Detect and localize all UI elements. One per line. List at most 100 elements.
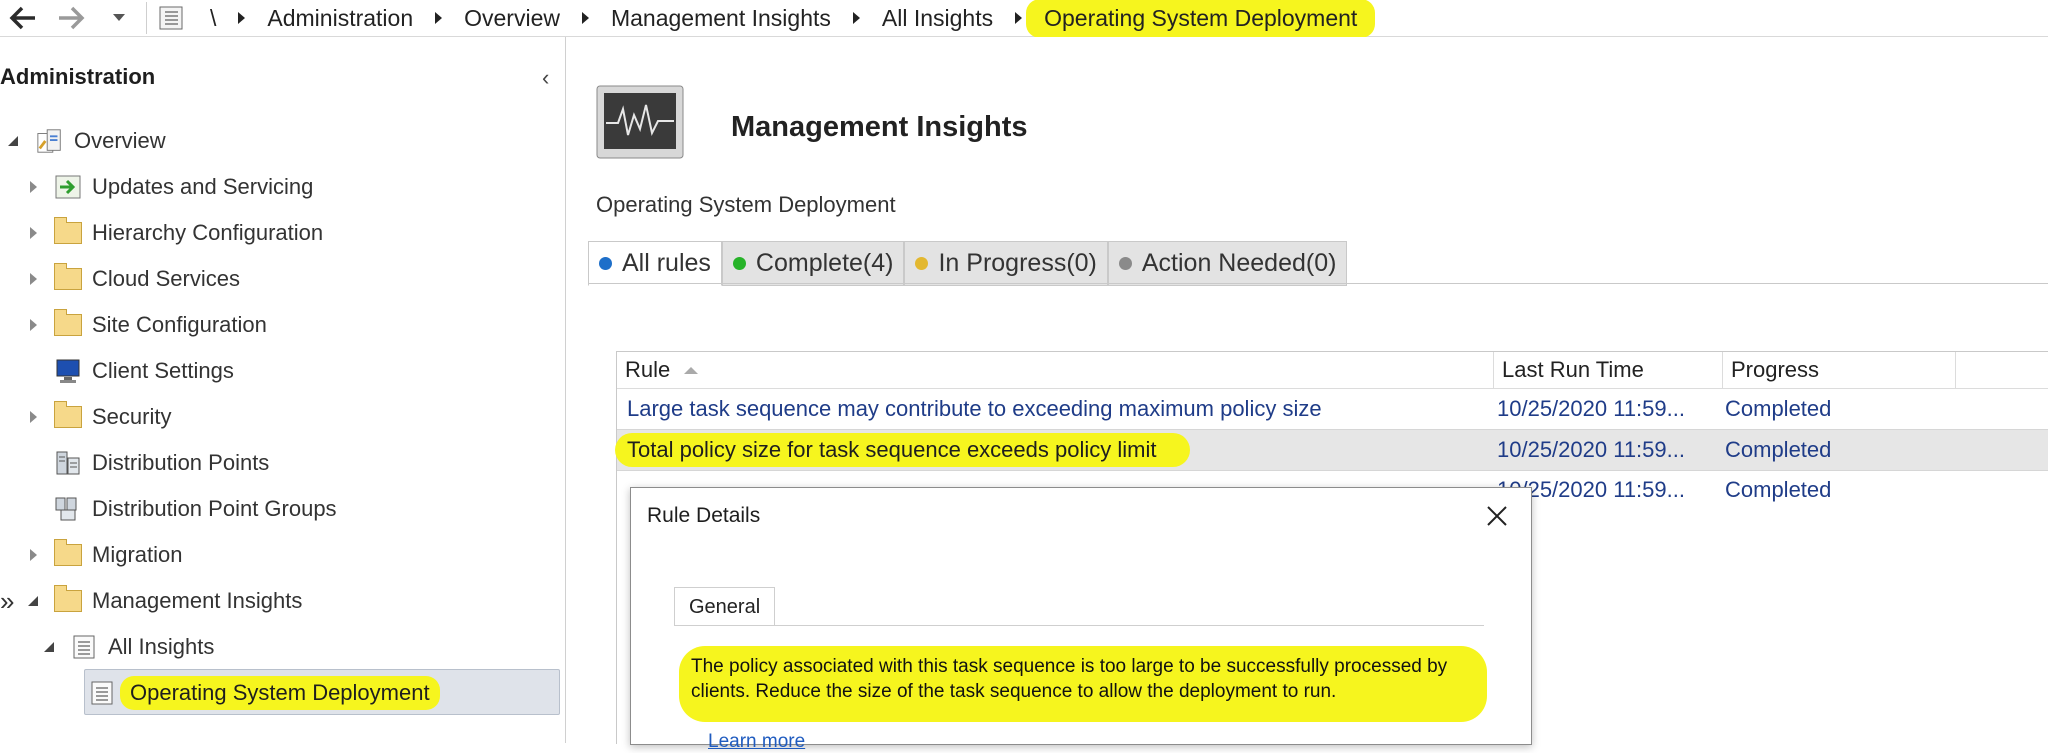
list-icon bbox=[88, 679, 116, 707]
breadcrumb-item[interactable]: Overview bbox=[464, 5, 560, 32]
console-tree-icon[interactable] bbox=[158, 5, 184, 31]
breadcrumb-separator-icon[interactable] bbox=[852, 12, 860, 24]
time-cell: 10/25/2020 11:59... bbox=[1497, 437, 1685, 462]
folder-icon bbox=[54, 401, 82, 431]
rule-description: The policy associated with this task seq… bbox=[679, 646, 1487, 722]
breadcrumb-separator-icon[interactable] bbox=[581, 12, 589, 24]
tab-label: Action Needed(0) bbox=[1141, 249, 1337, 277]
dialog-title: Rule Details bbox=[647, 504, 761, 527]
folder-icon bbox=[54, 263, 82, 293]
tree-item-label: Migration bbox=[92, 542, 183, 567]
tree-item-overview[interactable]: Overview bbox=[6, 121, 166, 161]
breadcrumb-item[interactable]: Management Insights bbox=[611, 5, 831, 32]
status-dot-icon bbox=[915, 257, 929, 270]
breadcrumb-separator-icon[interactable] bbox=[435, 12, 443, 24]
table-header: Rule Last Run Time Progress bbox=[617, 352, 2048, 389]
rule-filter-tabs: All rules Complete(4) In Progress(0) Act… bbox=[588, 241, 1348, 286]
double-chevron-icon[interactable]: » bbox=[0, 586, 26, 617]
tab-in-progress[interactable]: In Progress(0) bbox=[904, 241, 1108, 286]
breadcrumb-item[interactable]: All Insights bbox=[882, 5, 993, 32]
tree-item-label: All Insights bbox=[108, 634, 215, 659]
tab-label: Complete(4) bbox=[755, 249, 894, 277]
table-row[interactable]: Large task sequence may contribute to ex… bbox=[617, 389, 2048, 429]
tab-all-rules[interactable]: All rules bbox=[588, 241, 722, 286]
rule-cell: Large task sequence may contribute to ex… bbox=[627, 396, 1322, 421]
tree-item-updates-and-servicing[interactable]: Updates and Servicing bbox=[26, 167, 313, 207]
expand-icon[interactable] bbox=[26, 411, 40, 423]
tree-item-label: Cloud Services bbox=[92, 266, 240, 291]
history-dropdown-icon[interactable] bbox=[112, 13, 126, 23]
breadcrumb-separator-icon[interactable] bbox=[1015, 12, 1023, 24]
table-row-selected[interactable]: Total policy size for task sequence exce… bbox=[615, 429, 2048, 471]
sort-ascending-icon bbox=[684, 366, 699, 374]
server-icon bbox=[54, 449, 82, 477]
expand-icon[interactable] bbox=[26, 181, 40, 193]
folder-icon bbox=[54, 539, 82, 569]
collapse-icon[interactable] bbox=[42, 641, 56, 653]
performance-monitor-icon bbox=[596, 85, 684, 159]
tab-label: All rules bbox=[622, 249, 711, 277]
column-header-progress[interactable]: Progress bbox=[1723, 352, 1956, 388]
workspace-title: Administration bbox=[0, 64, 156, 89]
collapse-icon[interactable] bbox=[26, 595, 40, 607]
breadcrumb-root[interactable]: \ bbox=[210, 5, 216, 32]
tree-item-security[interactable]: Security bbox=[26, 397, 171, 437]
folder-icon bbox=[54, 217, 82, 247]
collapse-icon[interactable] bbox=[6, 135, 20, 147]
tree-item-label: Management Insights bbox=[92, 588, 303, 613]
tab-label: In Progress(0) bbox=[938, 249, 1097, 277]
status-dot-icon bbox=[599, 257, 612, 270]
tree-item-label: Updates and Servicing bbox=[92, 174, 314, 199]
tab-general[interactable]: General bbox=[674, 587, 776, 626]
tree-item-migration[interactable]: Migration bbox=[26, 535, 182, 575]
progress-cell: Completed bbox=[1725, 477, 1832, 502]
breadcrumb-item[interactable]: Administration bbox=[267, 5, 413, 32]
breadcrumb-current[interactable]: Operating System Deployment bbox=[1026, 0, 1376, 38]
page-subtitle: Operating System Deployment bbox=[596, 192, 896, 217]
tab-complete[interactable]: Complete(4) bbox=[721, 241, 905, 286]
status-dot-icon bbox=[1118, 257, 1132, 270]
expand-icon[interactable] bbox=[26, 549, 40, 561]
rule-details-dialog: Rule Details General The policy associat… bbox=[630, 487, 1532, 752]
learn-more-link[interactable]: Learn more bbox=[708, 731, 805, 753]
tree-item-all-insights[interactable]: All Insights bbox=[42, 627, 214, 667]
tree-item-label: Overview bbox=[74, 128, 166, 153]
monitor-icon bbox=[54, 357, 82, 385]
status-dot-icon bbox=[732, 257, 746, 270]
tree-item-label: Site Configuration bbox=[92, 312, 267, 337]
page-title: Management Insights bbox=[731, 111, 1028, 143]
column-header-last-run-time[interactable]: Last Run Time bbox=[1494, 352, 1723, 388]
expand-icon[interactable] bbox=[26, 319, 40, 331]
tree-item-operating-system-deployment[interactable]: Operating System Deployment bbox=[74, 673, 440, 713]
overview-icon bbox=[36, 127, 64, 155]
progress-cell: Completed bbox=[1725, 396, 1832, 421]
back-arrow-icon[interactable] bbox=[8, 4, 38, 32]
close-icon[interactable] bbox=[1477, 496, 1517, 536]
expand-icon[interactable] bbox=[26, 273, 40, 285]
breadcrumb-separator-icon[interactable] bbox=[238, 12, 246, 24]
tree-item-label: Operating System Deployment bbox=[120, 676, 440, 710]
forward-arrow-icon[interactable] bbox=[56, 4, 86, 32]
tree-item-distribution-points[interactable]: Distribution Points bbox=[26, 443, 269, 483]
tree-item-client-settings[interactable]: Client Settings bbox=[26, 351, 234, 391]
column-header-rule[interactable]: Rule bbox=[617, 352, 1494, 388]
tree-item-label: Security bbox=[92, 404, 172, 429]
tree-item-label: Hierarchy Configuration bbox=[92, 220, 324, 245]
tree-item-management-insights[interactable]: » Management Insights bbox=[0, 581, 302, 621]
navigation-pane: Administration ‹ Overview Updates and Se… bbox=[0, 37, 566, 743]
tree-item-label: Distribution Point Groups bbox=[92, 496, 337, 521]
time-cell: 10/25/2020 11:59... bbox=[1497, 396, 1685, 421]
tab-action-needed[interactable]: Action Needed(0) bbox=[1107, 241, 1348, 286]
tree-item-cloud-services[interactable]: Cloud Services bbox=[26, 259, 240, 299]
server-group-icon bbox=[54, 495, 82, 523]
updates-icon bbox=[54, 173, 82, 201]
rule-cell: Total policy size for task sequence exce… bbox=[615, 433, 1191, 467]
collapse-pane-icon[interactable]: ‹ bbox=[542, 65, 549, 91]
expand-icon[interactable] bbox=[26, 227, 40, 239]
tree-item-distribution-point-groups[interactable]: Distribution Point Groups bbox=[26, 489, 337, 529]
address-bar: \ Administration Overview Management Ins… bbox=[0, 0, 2048, 38]
progress-cell: Completed bbox=[1725, 437, 1832, 462]
tree-item-site-configuration[interactable]: Site Configuration bbox=[26, 305, 267, 345]
tree-item-hierarchy-configuration[interactable]: Hierarchy Configuration bbox=[26, 213, 323, 253]
folder-icon bbox=[54, 585, 82, 615]
